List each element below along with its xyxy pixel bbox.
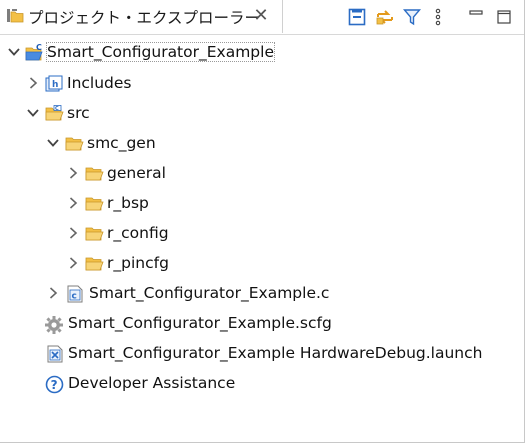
link-with-editor-icon[interactable] (375, 7, 395, 27)
help-icon: ? (45, 375, 64, 394)
view-tab-bar: プロジェクト・エクスプローラー ✕ (0, 0, 524, 35)
tree-item-label: src (67, 104, 90, 122)
svg-text:?: ? (51, 378, 58, 392)
maximize-icon[interactable] (494, 7, 514, 27)
tree-item-project[interactable]: C Smart_Configurator_Example (0, 41, 320, 65)
c-project-folder-icon: C (25, 43, 43, 61)
svg-text:C: C (55, 106, 59, 112)
chevron-right-icon[interactable] (66, 226, 80, 240)
svg-text:h: h (52, 80, 58, 90)
view-menu-icon[interactable] (428, 7, 448, 27)
chevron-right-icon[interactable] (66, 256, 80, 270)
tree-item-label: smc_gen (87, 134, 156, 152)
tree-item-label: Smart_Configurator_Example HardwareDebug… (68, 344, 483, 362)
tree-item-label: general (107, 164, 166, 182)
folder-icon (85, 165, 104, 182)
tree-item-includes[interactable]: h Includes (0, 72, 200, 96)
tree-item-general[interactable]: general (0, 162, 220, 186)
tree-item-label: Smart_Configurator_Example.scfg (68, 314, 332, 332)
chevron-down-icon[interactable] (26, 106, 40, 120)
tree-item-src[interactable]: C src (0, 102, 150, 126)
tree-item-scfg-file[interactable]: Smart_Configurator_Example.scfg (0, 312, 360, 336)
svg-text:C: C (36, 44, 42, 52)
tree-item-r-pincfg[interactable]: r_pincfg (0, 252, 220, 276)
chevron-right-icon[interactable] (46, 286, 60, 300)
chevron-right-icon[interactable] (26, 76, 40, 90)
chevron-down-icon[interactable] (46, 136, 60, 150)
tree-item-label: r_config (107, 224, 169, 242)
tree-item-c-file[interactable]: c Smart_Configurator_Example.c (0, 282, 380, 306)
tree-item-label: r_bsp (107, 194, 149, 212)
tab-project-explorer[interactable]: プロジェクト・エクスプローラー ✕ (0, 0, 283, 33)
tree-item-label: Developer Assistance (68, 374, 236, 392)
collapse-all-icon[interactable] (347, 7, 367, 27)
includes-icon: h (45, 75, 63, 92)
tree-item-r-bsp[interactable]: r_bsp (0, 192, 200, 216)
tree-item-r-config[interactable]: r_config (0, 222, 220, 246)
c-file-icon: c (66, 285, 84, 303)
close-icon[interactable]: ✕ (250, 5, 272, 27)
folder-icon (85, 225, 104, 242)
minimize-icon[interactable] (466, 7, 486, 27)
tree-item-label: Includes (67, 74, 132, 92)
folder-open-icon (65, 135, 84, 152)
tree-item-launch-file[interactable]: Smart_Configurator_Example HardwareDebug… (0, 342, 510, 366)
gear-icon (44, 315, 63, 334)
filter-icon[interactable] (402, 7, 422, 27)
project-explorer-view: プロジェクト・エクスプローラー ✕ C Smart_Configurator_E… (0, 0, 525, 443)
project-explorer-icon (6, 8, 24, 24)
tab-title: プロジェクト・エクスプローラー (28, 9, 261, 27)
source-folder-icon: C (45, 105, 64, 122)
tree-item-smc-gen[interactable]: smc_gen (0, 132, 200, 156)
launch-file-icon (46, 345, 64, 363)
svg-text:c: c (72, 292, 77, 302)
tree-item-label: Smart_Configurator_Example.c (89, 284, 330, 302)
folder-icon (85, 195, 104, 212)
chevron-right-icon[interactable] (66, 196, 80, 210)
tree-item-label: r_pincfg (107, 254, 169, 272)
tree-item-developer-assistance[interactable]: ? Developer Assistance (0, 372, 300, 396)
tree-item-label: Smart_Configurator_Example (46, 42, 275, 62)
chevron-right-icon[interactable] (66, 166, 80, 180)
folder-icon (85, 255, 104, 272)
chevron-down-icon[interactable] (7, 45, 21, 59)
